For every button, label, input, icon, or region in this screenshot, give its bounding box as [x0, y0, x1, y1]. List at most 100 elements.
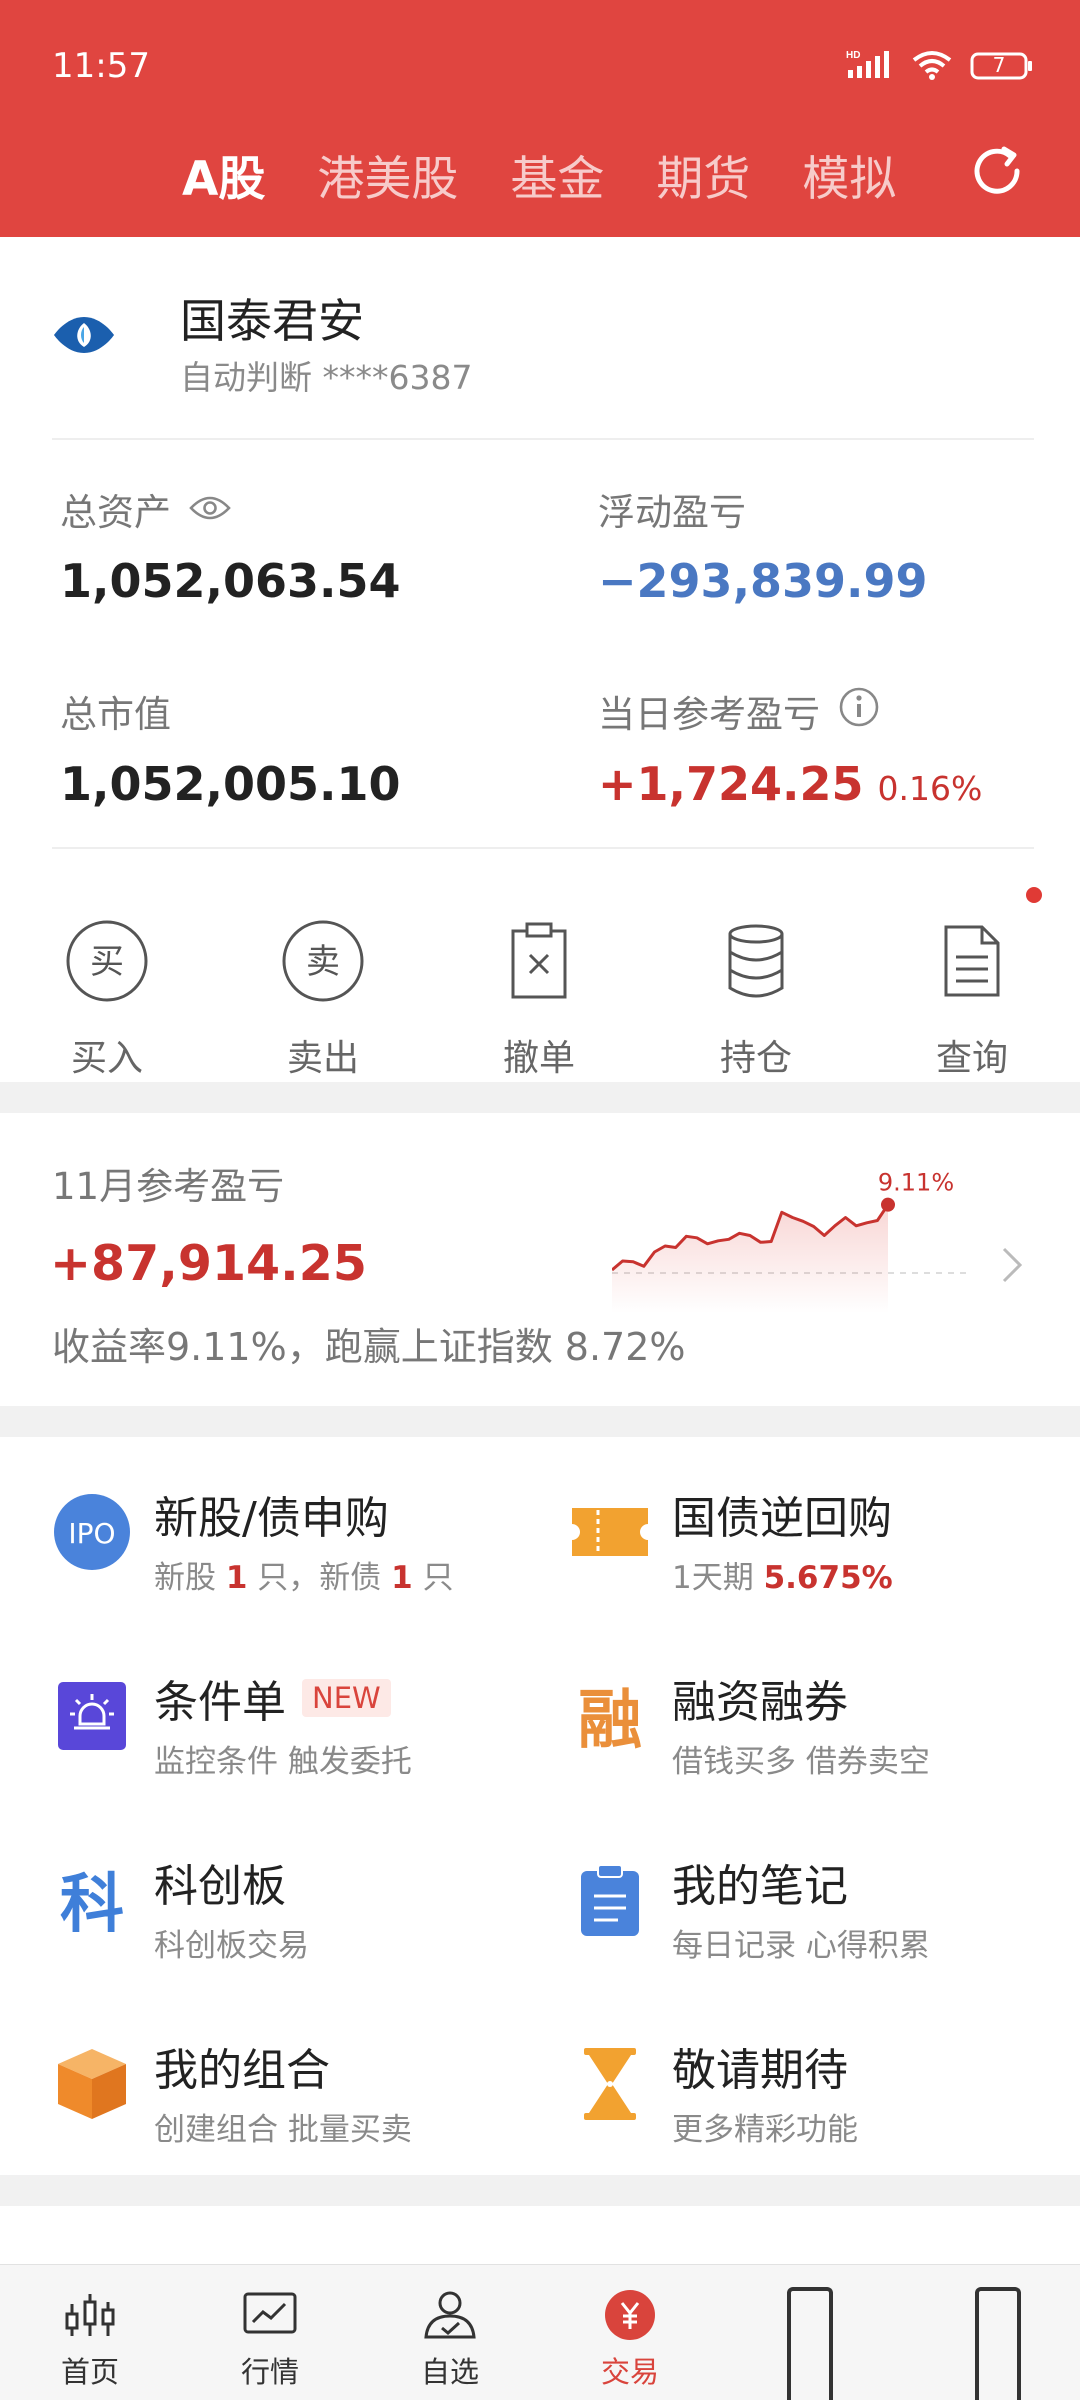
tab-a-shares[interactable]: A股 [182, 140, 265, 209]
bottom-navigation: 首页 行情 自选 交易 [0, 2264, 1080, 2400]
nav-item-partial[interactable] [975, 2287, 1021, 2400]
candlestick-icon [30, 2287, 150, 2343]
margin-icon: 融 [570, 1676, 650, 1756]
feature-subtitle: 创建组合 批量买卖 [154, 2112, 412, 2148]
sell-icon-glyph: 卖 [306, 942, 340, 982]
status-icons: HD 7 [846, 48, 1034, 84]
tab-hk-us[interactable]: 港美股 [317, 140, 458, 209]
feature-title: 国债逆回购 [672, 1493, 892, 1544]
refresh-icon[interactable] [968, 142, 1026, 204]
nav-label: 行情 [240, 2355, 299, 2389]
feature-subtitle: 新股 1 只，新债 1 只 [154, 1560, 454, 1596]
nav-watchlist[interactable]: 自选 [390, 2287, 510, 2391]
floating-pl-value: −293,839.99 [598, 554, 928, 608]
feature-margin[interactable]: 融 融资融券 借钱买多 借券卖空 [570, 1666, 1080, 1796]
feature-subtitle: 借钱买多 借券卖空 [672, 1744, 930, 1780]
cancel-order-button[interactable]: 撤单 [459, 915, 619, 1081]
buy-button[interactable]: 买 买入 [27, 915, 187, 1081]
nav-item-partial[interactable] [787, 2287, 833, 2400]
line-chart-icon [210, 2287, 330, 2343]
svg-text:融: 融 [578, 1684, 642, 1752]
account-description: 自动判断 ****6387 [180, 358, 473, 397]
signal-icon: HD [846, 48, 894, 84]
buy-icon: 买 [27, 915, 187, 1007]
feature-subtitle: 更多精彩功能 [672, 2112, 858, 2148]
svg-text:科: 科 [60, 1868, 124, 1936]
feature-title: 我的组合 [154, 2045, 330, 2096]
market-value-label: 总市值 [60, 693, 171, 736]
status-time: 11:57 [52, 46, 150, 86]
box-icon [52, 2044, 132, 2124]
positions-label: 持仓 [719, 1038, 792, 1079]
info-icon[interactable] [838, 686, 880, 737]
feature-title: 融资融券 [672, 1677, 848, 1728]
feature-title: 敬请期待 [672, 2045, 848, 2096]
feature-title: 条件单 NEW [154, 1666, 391, 1730]
nav-trade[interactable]: 交易 [570, 2287, 690, 2391]
positions-button[interactable]: 持仓 [676, 915, 836, 1081]
sparkline-end-point [881, 1197, 895, 1212]
sparkline-area [612, 1204, 888, 1313]
feature-subtitle: 科创板交易 [154, 1928, 309, 1964]
feature-ipo[interactable]: IPO 新股/债申购 新股 1 只，新债 1 只 [52, 1482, 572, 1612]
buy-icon-glyph: 买 [90, 942, 124, 982]
floating-pl-label: 浮动盈亏 [598, 491, 746, 534]
user-check-icon [390, 2287, 510, 2343]
sell-label: 卖出 [286, 1038, 359, 1079]
ticket-icon [570, 1492, 650, 1572]
tab-futures[interactable]: 期货 [656, 140, 750, 209]
nav-label: 自选 [420, 2355, 479, 2389]
query-label: 查询 [935, 1038, 1008, 1079]
broker-logo [52, 315, 116, 359]
feature-conditional-order[interactable]: 条件单 NEW 监控条件 触发委托 [52, 1666, 572, 1796]
buy-label: 买入 [70, 1038, 143, 1079]
sparkline-label: 9.11% [878, 1169, 954, 1197]
tab-funds[interactable]: 基金 [510, 140, 604, 209]
alarm-light-icon [52, 1676, 132, 1756]
market-value-value: 1,052,005.10 [60, 757, 401, 811]
battery-icon: 7 [970, 51, 1034, 81]
account-card: 国泰君安 自动判断 ****6387 总资产 1,052,063.54 浮动盈亏… [0, 237, 1080, 1082]
divider [52, 438, 1034, 440]
monthly-pl-card[interactable]: 11月参考盈亏 +87,914.25 收益率9.11%，跑赢上证指数 8.72%… [0, 1113, 1080, 1406]
daily-pl-value: +1,724.25 0.16% [598, 757, 982, 811]
feature-title: 我的笔记 [672, 1861, 848, 1912]
monthly-description: 收益率9.11%，跑赢上证指数 8.72% [52, 1325, 686, 1369]
feature-subtitle: 1天期 5.675% [672, 1560, 893, 1596]
sell-button[interactable]: 卖 卖出 [243, 915, 403, 1081]
monthly-sparkline: 9.11% [612, 1169, 972, 1313]
sell-icon: 卖 [243, 915, 403, 1007]
query-button[interactable]: 查询 [892, 915, 1052, 1081]
clipboard-icon [570, 1860, 650, 1940]
nav-home[interactable]: 首页 [30, 2287, 150, 2391]
tab-simulation[interactable]: 模拟 [802, 140, 896, 209]
eye-icon[interactable] [189, 488, 231, 531]
ipo-icon-text: IPO [68, 1517, 115, 1550]
daily-pl-percent: 0.16% [877, 769, 983, 808]
document-icon [892, 915, 1052, 1007]
daily-pl-text: 当日参考盈亏 [598, 693, 820, 736]
hourglass-icon [570, 2044, 650, 2124]
feature-grid: IPO 新股/债申购 新股 1 只，新债 1 只 国债逆回购 1天期 5.675… [0, 1437, 1080, 2175]
ipo-icon: IPO [52, 1492, 132, 1572]
battery-level: 7 [992, 53, 1006, 77]
monthly-title: 11月参考盈亏 [52, 1165, 285, 1208]
feature-repo[interactable]: 国债逆回购 1天期 5.675% [570, 1482, 1080, 1612]
chevron-right-icon[interactable] [1000, 1245, 1026, 1289]
nav-market[interactable]: 行情 [210, 2287, 330, 2391]
yen-icon [570, 2287, 690, 2343]
total-assets-value: 1,052,063.54 [60, 554, 401, 608]
app-header: 11:57 HD 7 A股 港美股 基金 期货 模拟 [0, 0, 1080, 237]
svg-text:HD: HD [846, 50, 860, 61]
broker-name[interactable]: 国泰君安 [180, 285, 364, 351]
total-assets-label: 总资产 [60, 482, 231, 536]
feature-star-market[interactable]: 科 科创板 科创板交易 [52, 1850, 572, 1980]
feature-subtitle: 监控条件 触发委托 [154, 1744, 412, 1780]
feature-portfolio[interactable]: 我的组合 创建组合 批量买卖 [52, 2034, 572, 2164]
feature-coming-soon[interactable]: 敬请期待 更多精彩功能 [570, 2034, 1080, 2164]
feature-subtitle: 每日记录 心得积累 [672, 1928, 930, 1964]
cancel-order-icon [459, 915, 619, 1007]
feature-title: 新股/债申购 [154, 1493, 389, 1544]
feature-notes[interactable]: 我的笔记 每日记录 心得积累 [570, 1850, 1080, 1980]
nav-label: 首页 [60, 2355, 119, 2389]
